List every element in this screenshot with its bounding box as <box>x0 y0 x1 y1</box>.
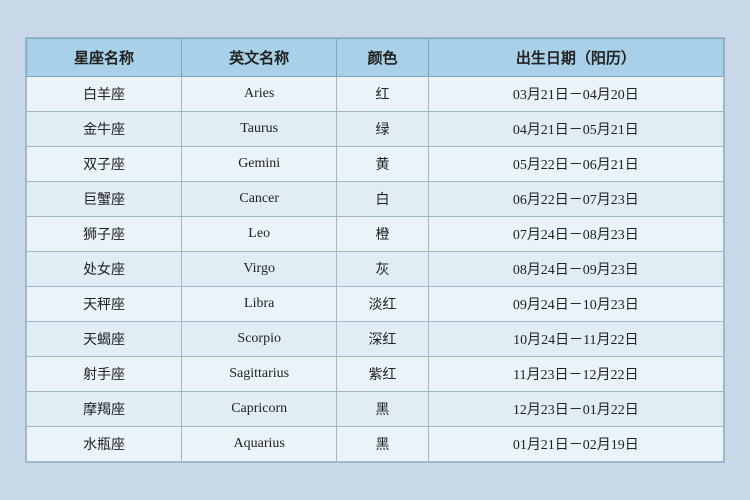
table-cell: Sagittarius <box>182 357 337 392</box>
table-cell: 金牛座 <box>27 112 182 147</box>
table-cell: Capricorn <box>182 392 337 427</box>
table-cell: 橙 <box>337 217 428 252</box>
table-cell: 深红 <box>337 322 428 357</box>
table-cell: 10月24日－11月22日 <box>428 322 723 357</box>
table-cell: 12月23日－01月22日 <box>428 392 723 427</box>
table-cell: 白羊座 <box>27 77 182 112</box>
table-header-row: 星座名称英文名称颜色出生日期（阳历） <box>27 39 724 77</box>
table-cell: 天蝎座 <box>27 322 182 357</box>
table-cell: 天秤座 <box>27 287 182 322</box>
table-row: 金牛座Taurus绿04月21日－05月21日 <box>27 112 724 147</box>
table-cell: 03月21日－04月20日 <box>428 77 723 112</box>
table-cell: 白 <box>337 182 428 217</box>
table-cell: Scorpio <box>182 322 337 357</box>
table-row: 天蝎座Scorpio深红10月24日－11月22日 <box>27 322 724 357</box>
table-row: 白羊座Aries红03月21日－04月20日 <box>27 77 724 112</box>
table-cell: 淡红 <box>337 287 428 322</box>
table-cell: 04月21日－05月21日 <box>428 112 723 147</box>
table-cell: Aquarius <box>182 427 337 462</box>
table-cell: 摩羯座 <box>27 392 182 427</box>
table-row: 摩羯座Capricorn黑12月23日－01月22日 <box>27 392 724 427</box>
table-cell: 07月24日－08月23日 <box>428 217 723 252</box>
table-cell: 狮子座 <box>27 217 182 252</box>
table-cell: 06月22日－07月23日 <box>428 182 723 217</box>
table-cell: Gemini <box>182 147 337 182</box>
table-cell: Cancer <box>182 182 337 217</box>
table-cell: 紫红 <box>337 357 428 392</box>
table-cell: 射手座 <box>27 357 182 392</box>
zodiac-table: 星座名称英文名称颜色出生日期（阳历） 白羊座Aries红03月21日－04月20… <box>26 38 724 462</box>
table-row: 巨蟹座Cancer白06月22日－07月23日 <box>27 182 724 217</box>
table-row: 水瓶座Aquarius黑01月21日－02月19日 <box>27 427 724 462</box>
table-cell: 11月23日－12月22日 <box>428 357 723 392</box>
table-row: 处女座Virgo灰08月24日－09月23日 <box>27 252 724 287</box>
table-cell: 黑 <box>337 427 428 462</box>
table-header-cell: 英文名称 <box>182 39 337 77</box>
table-cell: 灰 <box>337 252 428 287</box>
table-cell: 巨蟹座 <box>27 182 182 217</box>
table-body: 白羊座Aries红03月21日－04月20日金牛座Taurus绿04月21日－0… <box>27 77 724 462</box>
table-cell: 05月22日－06月21日 <box>428 147 723 182</box>
table-header-cell: 出生日期（阳历） <box>428 39 723 77</box>
zodiac-table-container: 星座名称英文名称颜色出生日期（阳历） 白羊座Aries红03月21日－04月20… <box>25 37 725 463</box>
table-row: 双子座Gemini黄05月22日－06月21日 <box>27 147 724 182</box>
table-cell: 水瓶座 <box>27 427 182 462</box>
table-row: 天秤座Libra淡红09月24日－10月23日 <box>27 287 724 322</box>
table-cell: Taurus <box>182 112 337 147</box>
table-cell: 处女座 <box>27 252 182 287</box>
table-cell: 08月24日－09月23日 <box>428 252 723 287</box>
table-row: 狮子座Leo橙07月24日－08月23日 <box>27 217 724 252</box>
table-row: 射手座Sagittarius紫红11月23日－12月22日 <box>27 357 724 392</box>
table-cell: 绿 <box>337 112 428 147</box>
table-cell: 黑 <box>337 392 428 427</box>
table-cell: Leo <box>182 217 337 252</box>
table-header-cell: 星座名称 <box>27 39 182 77</box>
table-cell: 01月21日－02月19日 <box>428 427 723 462</box>
table-cell: Libra <box>182 287 337 322</box>
table-cell: Virgo <box>182 252 337 287</box>
table-cell: 09月24日－10月23日 <box>428 287 723 322</box>
table-cell: Aries <box>182 77 337 112</box>
table-cell: 黄 <box>337 147 428 182</box>
table-header-cell: 颜色 <box>337 39 428 77</box>
table-cell: 双子座 <box>27 147 182 182</box>
table-cell: 红 <box>337 77 428 112</box>
